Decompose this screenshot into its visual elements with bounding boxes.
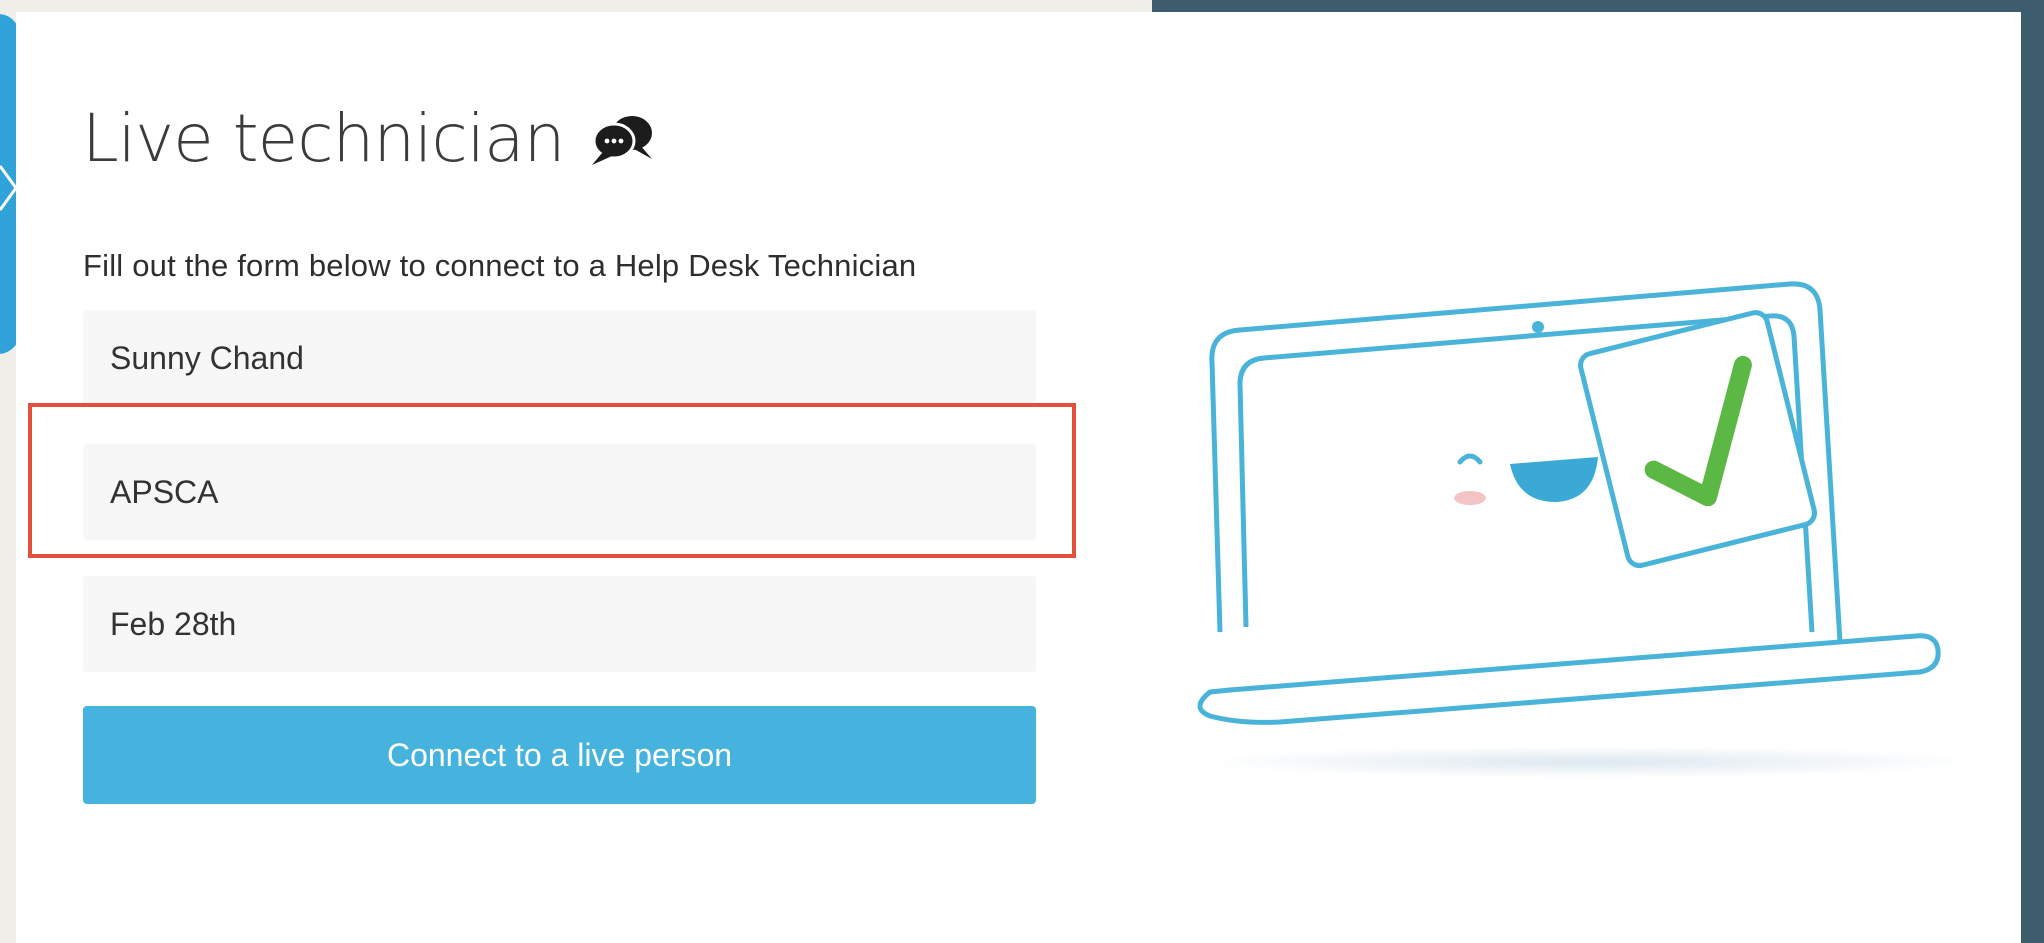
- page-title-text: Live technician: [82, 100, 565, 177]
- connect-button[interactable]: Connect to a live person: [83, 706, 1036, 804]
- form-description: Fill out the form below to connect to a …: [83, 248, 917, 283]
- name-field[interactable]: Sunny Chand: [83, 310, 1036, 406]
- laptop-check-illustration: [1197, 281, 1980, 778]
- live-technician-card: Live technician Fill out the form below …: [16, 12, 2021, 943]
- date-field[interactable]: Feb 28th: [83, 576, 1036, 672]
- chat-bubbles-icon: [592, 116, 653, 165]
- highlight-box: [28, 403, 1076, 558]
- page-title: Live technician: [82, 106, 658, 172]
